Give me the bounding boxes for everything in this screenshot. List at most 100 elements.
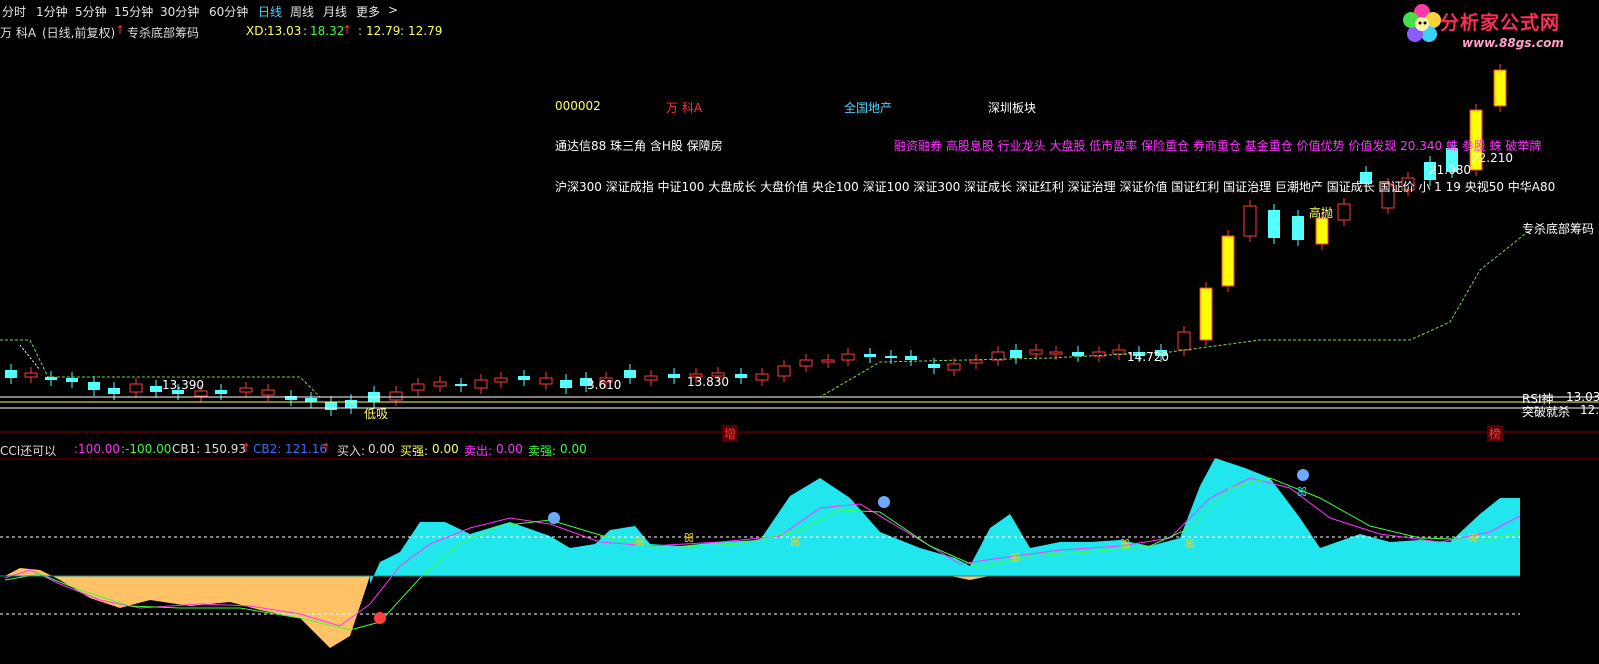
breakout-value: 12.: [1580, 403, 1599, 417]
cci-upper: :100.00: [74, 442, 121, 456]
candle-body: [905, 356, 917, 360]
candle-body: [389, 391, 403, 401]
index-membership: 沪深300 深证成指 中证100 大盘成长 大盘价值 央企100 深证100 深…: [555, 180, 1556, 194]
candle-body: [411, 383, 425, 391]
period-label: (日线,前复权): [42, 26, 116, 40]
candle-body: [991, 351, 1005, 361]
candle-body: [150, 386, 162, 392]
candle-body: [1268, 210, 1280, 238]
up-arrow-icon: ↑: [342, 23, 353, 37]
candle-body: [1243, 205, 1257, 237]
indicator-name[interactable]: CCI还可以: [0, 442, 56, 459]
candle-body: [1010, 350, 1022, 358]
candle-body: [1337, 203, 1351, 221]
formula-tag: 专杀底部筹码: [1522, 222, 1595, 236]
stock-name: 万 科A: [0, 26, 37, 40]
candle-body: [735, 374, 747, 378]
candle-body: [539, 377, 553, 385]
breakout-label: 突破就杀: [1522, 405, 1571, 419]
candle-body: [644, 375, 658, 381]
tab-weekly[interactable]: 周线: [290, 3, 314, 20]
sell-signal-icon: [1297, 469, 1309, 481]
kline-chart[interactable]: [0, 40, 1599, 440]
candle-body: [305, 398, 317, 402]
tab-60min[interactable]: 60分钟: [209, 3, 248, 20]
buy-strong-label: 买强:: [400, 444, 429, 458]
butterfly-icon: ꕤ: [635, 535, 645, 549]
sell-strong-value: 0.00: [560, 442, 587, 456]
xd-value-1: 13.03: [267, 24, 302, 38]
candle-body: [325, 402, 337, 410]
sell-strong-label: 卖强:: [528, 444, 557, 458]
logo-brand: 分析家公式网: [1440, 12, 1561, 34]
butterfly-icon: ꕤ: [684, 531, 694, 545]
candle-body: [1199, 287, 1213, 341]
high-throw-label: 高抛: [1309, 206, 1334, 220]
candle-body: [239, 387, 253, 393]
candle-body: [928, 364, 940, 368]
overlay-stock-name: 万 科A: [666, 101, 703, 115]
concepts-b: 融资融券 高股息股 行业龙头 大盘股 低市盈率 保险重仓 券商重仓 基金重仓 价…: [894, 139, 1542, 153]
candle-body: [88, 382, 100, 390]
tab-1min[interactable]: 1分钟: [36, 3, 68, 20]
low-buy-label: 低吸: [364, 407, 389, 421]
candle-body: [433, 381, 447, 387]
candle-body: [668, 374, 680, 378]
candle-body: [841, 353, 855, 361]
candle-body: [45, 377, 57, 380]
price-label: 14.720: [1127, 350, 1169, 364]
buy-value: 0.00: [368, 442, 395, 456]
candle-body: [455, 384, 467, 386]
candle-body: [1072, 352, 1084, 356]
up-arrow-icon: ↑: [241, 441, 252, 455]
candle-body: [969, 359, 983, 364]
candle-body: [129, 383, 143, 393]
support-line: [0, 229, 1531, 398]
candle-body: [24, 372, 38, 378]
candle-body: [777, 365, 791, 377]
price-label: 22.210: [1471, 151, 1513, 165]
candle-body: [1493, 69, 1507, 107]
up-arrow-icon: ↑: [115, 23, 126, 37]
concepts-a: 通达信88 珠三角 含H股 保障房: [555, 139, 723, 153]
cb1-label: CB1:: [172, 442, 201, 456]
tab-30min[interactable]: 30分钟: [160, 3, 199, 20]
buy-strong-value: 0.00: [432, 442, 459, 456]
tab-intraday[interactable]: 分时: [2, 3, 26, 20]
butterfly-icon: ꕤ: [1010, 551, 1020, 565]
sell-signal-icon: [878, 496, 890, 508]
sell-signal-icon: [548, 512, 560, 524]
butterfly-icon: ꕤ: [1468, 531, 1478, 545]
candle-body: [821, 359, 835, 363]
candle-body: [864, 354, 876, 357]
price-label: 13.390: [162, 378, 204, 392]
indicator-header: CCI还可以 :100.00 :-100.00 CB1: 150.93 ↑ CB…: [0, 440, 1599, 458]
buy-label: 买入:: [337, 444, 366, 458]
cci-chart[interactable]: ꕤ ꕤ ꕤ ꕤ ꕤ ꕤ ꕤ ꕤ: [0, 458, 1599, 664]
candle-body: [1177, 331, 1191, 351]
xd-value-2: 18.32: [310, 24, 345, 38]
candle-body: [885, 356, 897, 358]
more-arrow-icon[interactable]: >: [388, 3, 398, 17]
period-toolbar: 分时 1分钟 5分钟 15分钟 30分钟 60分钟 日线 周线 月线 更多 >: [0, 0, 1599, 22]
tab-daily[interactable]: 日线: [258, 3, 282, 20]
candle-body: [1049, 351, 1063, 355]
candle-body: [474, 379, 488, 389]
candle-body: [494, 377, 508, 383]
candle-body: [5, 370, 17, 378]
stock-code: 000002: [555, 99, 601, 113]
tab-5min[interactable]: 5分钟: [75, 3, 107, 20]
butterfly-icon: ꕤ: [1185, 537, 1195, 551]
tab-monthly[interactable]: 月线: [323, 3, 347, 20]
formula-name[interactable]: 专杀底部筹码: [127, 24, 199, 41]
sell-label: 卖出:: [464, 444, 493, 458]
chart-info-bar: 万 科A (日线,前复权) ↑ 专杀底部筹码 XD: 13.03 : 18.32…: [0, 23, 443, 41]
candle-body: [261, 389, 275, 396]
buy-signal-icon: [374, 612, 386, 624]
candle-body: [1292, 216, 1304, 240]
candle-body: [947, 363, 961, 371]
tab-more[interactable]: 更多: [356, 3, 380, 20]
tab-15min[interactable]: 15分钟: [114, 3, 153, 20]
xd-value-4: 12.79: [408, 24, 443, 38]
candle-body: [560, 380, 572, 388]
